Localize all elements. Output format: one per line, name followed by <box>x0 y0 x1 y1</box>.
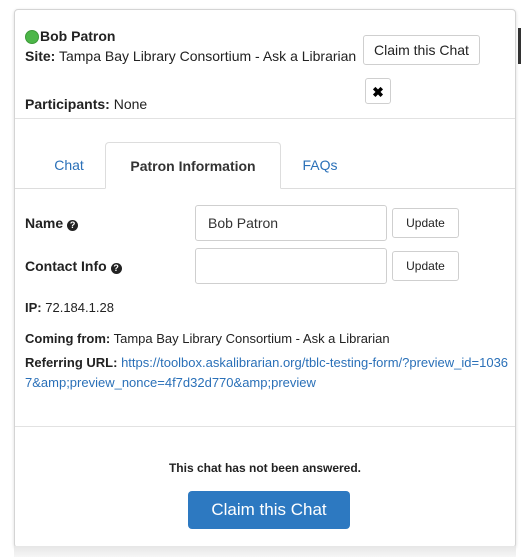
close-icon[interactable]: ✖ <box>365 78 391 104</box>
unanswered-notice: This chat has not been answered. <box>168 461 362 475</box>
coming-from-line: Coming from: Tampa Bay Library Consortiu… <box>25 329 390 349</box>
update-contact-button[interactable]: Update <box>392 251 459 281</box>
claim-chat-button-header[interactable]: Claim this Chat <box>363 35 480 65</box>
update-name-button[interactable]: Update <box>392 208 459 238</box>
patron-name: Bob Patron <box>40 28 116 44</box>
window-edge <box>518 28 521 64</box>
chat-panel: Bob Patron Site: Tampa Bay Library Conso… <box>14 9 516 548</box>
participants-line: Participants: None <box>25 96 147 112</box>
site-label: Site: <box>25 48 56 64</box>
coming-from-value: Tampa Bay Library Consortium - Ask a Lib… <box>113 331 390 346</box>
header-divider <box>15 118 515 119</box>
site-line: Site: Tampa Bay Library Consortium - Ask… <box>25 47 365 65</box>
name-input[interactable] <box>195 205 387 241</box>
contact-info-label: Contact Info? <box>25 258 122 274</box>
help-icon[interactable]: ? <box>67 220 79 231</box>
ip-value: 72.184.1.28 <box>45 300 114 315</box>
tab-chat[interactable]: Chat <box>37 142 101 188</box>
tab-faqs[interactable]: FAQs <box>285 142 355 188</box>
contact-info-input[interactable] <box>195 248 387 284</box>
name-label: Name? <box>25 215 79 231</box>
tab-bar: Chat Patron Information FAQs <box>15 142 515 189</box>
participants-label: Participants: <box>25 96 110 112</box>
details-divider <box>15 426 515 427</box>
ip-line: IP: 72.184.1.28 <box>25 298 114 318</box>
participants-value: None <box>113 96 148 112</box>
ip-label: IP: <box>25 300 42 315</box>
online-status-icon <box>25 30 39 44</box>
referring-url-label: Referring URL: <box>25 355 118 370</box>
site-value: Tampa Bay Library Consortium - Ask a Lib… <box>58 48 357 64</box>
referring-url-line: Referring URL: https://toolbox.askalibra… <box>25 353 510 393</box>
chat-header: Bob Patron Site: Tampa Bay Library Conso… <box>15 10 515 118</box>
coming-from-label: Coming from: <box>25 331 111 346</box>
help-icon[interactable]: ? <box>110 263 122 274</box>
bottom-shadow <box>14 546 516 557</box>
tab-patron-information[interactable]: Patron Information <box>105 142 281 189</box>
claim-chat-button[interactable]: Claim this Chat <box>188 491 350 529</box>
